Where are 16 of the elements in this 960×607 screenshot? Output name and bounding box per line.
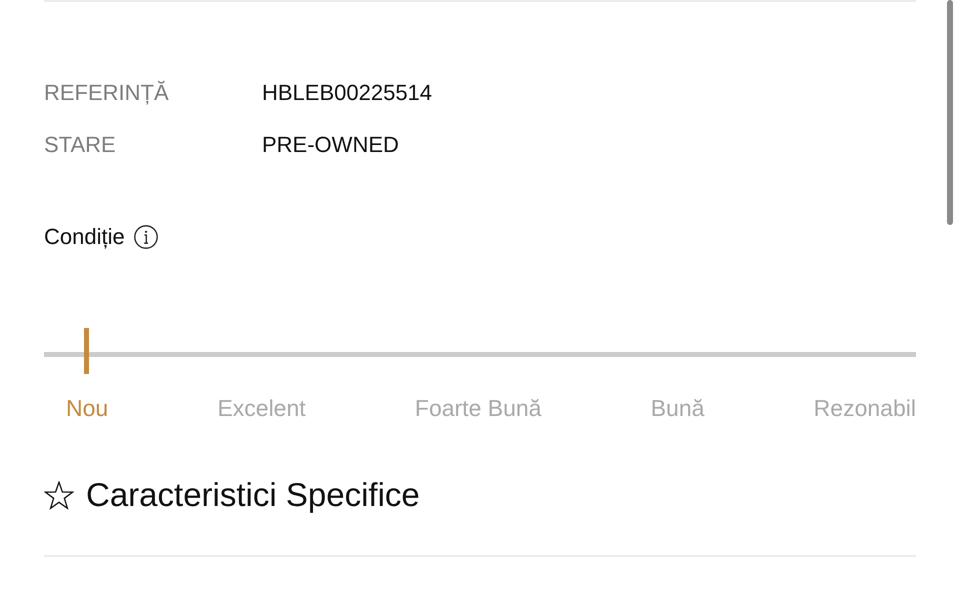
condition-option[interactable]: Nou xyxy=(66,393,108,423)
detail-value: HBLEB00225514 xyxy=(262,79,432,107)
star-icon xyxy=(44,480,74,510)
condition-option[interactable]: Rezonabil xyxy=(814,393,916,423)
slider-thumb[interactable] xyxy=(84,328,90,374)
condition-option[interactable]: Foarte Bună xyxy=(414,393,542,423)
scrollbar-thumb[interactable] xyxy=(947,0,953,225)
detail-label: STARE xyxy=(44,131,116,159)
detail-value: PRE-OWNED xyxy=(262,131,399,159)
detail-label: REFERINȚĂ xyxy=(44,79,169,107)
info-icon[interactable] xyxy=(134,225,158,249)
condition-option[interactable]: Bună xyxy=(650,393,704,423)
condition-option[interactable]: Excelent xyxy=(217,393,306,423)
section-title: Caracteristici Specifice xyxy=(86,475,420,515)
condition-title: Condiție xyxy=(44,223,125,251)
condition-slider-track[interactable] xyxy=(44,352,916,357)
